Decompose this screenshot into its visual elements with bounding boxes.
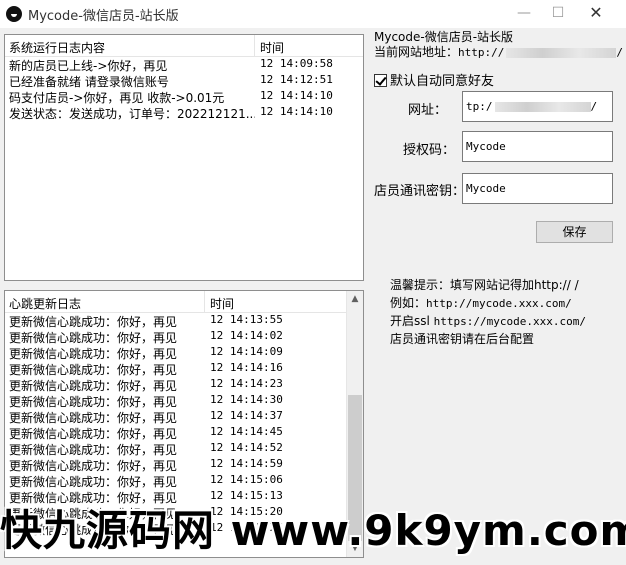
tip-ssl-url: https://mycode.xxx.com/ [433, 315, 586, 328]
minimize-icon[interactable]: — [506, 0, 542, 28]
tip-ssl: 开启ssl https://mycode.xxx.com/ [390, 312, 586, 329]
log-time-cell: 12 14:12:51 [260, 73, 333, 86]
log-time-cell: 12 14:14:09 [210, 345, 283, 358]
title-bar: Mycode-微信店员-站长版 — ☐ ✕ [0, 0, 626, 28]
maximize-icon[interactable]: ☐ [540, 0, 576, 28]
column-header-time[interactable]: 时间 [260, 39, 360, 56]
heartbeat-log-header: 心跳更新日志 时间 [5, 291, 363, 313]
redacted-url-block [506, 47, 617, 58]
log-time-cell: 12 14:14:10 [260, 89, 333, 102]
url-suffix: / [616, 46, 623, 59]
comm-key-input[interactable]: Mycode [462, 173, 613, 204]
log-content-cell: 更新微信心跳成功：你好，再见 [9, 427, 178, 441]
table-row[interactable]: 更新微信心跳成功：你好，再见 12 14:14:59 [5, 457, 363, 473]
table-row[interactable]: 新的店员已上线->你好，再见 12 14:09:58 [5, 57, 363, 73]
log-time-cell: 12 14:14:52 [210, 441, 283, 454]
close-icon[interactable]: ✕ [578, 0, 614, 28]
system-log-rows: 新的店员已上线->你好，再见 12 14:09:58 已经准备就绪 请登录微信账号 1… [5, 57, 363, 121]
checkbox-checked-icon[interactable] [374, 74, 387, 87]
table-row[interactable]: 更新微信心跳成功：你好，再见 12 14:14:45 [5, 425, 363, 441]
column-header-time[interactable]: 时间 [210, 295, 340, 312]
column-separator[interactable] [204, 291, 205, 313]
url-input-suffix: / [590, 100, 598, 113]
table-row[interactable]: 更新微信心跳成功：你好，再见 12 14:14:52 [5, 441, 363, 457]
table-row[interactable]: 更新微信心跳成功：你好，再见 12 14:14:16 [5, 361, 363, 377]
tip-example-url: http://mycode.xxx.com/ [426, 297, 572, 310]
log-time-cell: 12 14:14:16 [210, 361, 283, 374]
log-content-cell: 码支付店员->你好，再见 收款->0.01元 [9, 91, 225, 105]
log-content-cell: 更新微信心跳成功：你好，再见 [9, 459, 178, 473]
current-site-url-value: http:// [458, 46, 505, 59]
auth-code-input[interactable]: Mycode [462, 131, 613, 162]
url-field-label: 网址： [408, 103, 448, 118]
watermark-text: 快九源码网 www.9k9ym.com [0, 506, 626, 555]
log-content-cell: 更新微信心跳成功：你好，再见 [9, 379, 178, 393]
log-time-cell: 12 14:14:10 [260, 105, 333, 118]
log-content-cell: 更新微信心跳成功：你好，再见 [9, 395, 178, 409]
system-log-header: 系统运行日志内容 时间 [5, 35, 363, 57]
current-site-url-label: 当前网站地址： [374, 45, 459, 59]
log-content-cell: 发送状态：发送成功，订单号：202212121... [9, 107, 255, 121]
log-time-cell: 12 14:15:06 [210, 473, 283, 486]
log-content-cell: 更新微信心跳成功：你好，再见 [9, 331, 178, 345]
system-log-list[interactable]: 系统运行日志内容 时间 新的店员已上线->你好，再见 12 14:09:58 已经准… [4, 34, 364, 281]
tip-line: 温馨提示：填写网站记得加http:// / [390, 278, 579, 292]
scroll-up-icon[interactable]: ▲ [347, 291, 363, 308]
auth-code-label: 授权码： [403, 143, 456, 158]
url-input[interactable]: tp:/ / [462, 91, 613, 122]
log-time-cell: 12 14:13:55 [210, 313, 283, 326]
auto-accept-friends-label: 默认自动同意好友 [390, 74, 495, 89]
log-time-cell: 12 14:14:30 [210, 393, 283, 406]
table-row[interactable]: 码支付店员->你好，再见 收款->0.01元 12 14:14:10 [5, 89, 363, 105]
table-row[interactable]: 更新微信心跳成功：你好，再见 12 14:15:06 [5, 473, 363, 489]
log-time-cell: 12 14:14:02 [210, 329, 283, 342]
column-header-content[interactable]: 心跳更新日志 [9, 295, 204, 312]
table-row[interactable]: 发送状态：发送成功，订单号：202212121... 12 14:14:10 [5, 105, 363, 121]
table-row[interactable]: 更新微信心跳成功：你好，再见 12 14:14:37 [5, 409, 363, 425]
column-separator[interactable] [254, 35, 255, 57]
tip-key-note: 店员通讯密钥请在后台配置 [390, 332, 535, 346]
log-time-cell: 12 14:15:13 [210, 489, 283, 502]
save-button[interactable]: 保存 [536, 221, 613, 243]
tip-example-label: 例如： [390, 296, 427, 310]
log-content-cell: 已经准备就绪 请登录微信账号 [9, 75, 169, 89]
redacted-url-block [494, 102, 591, 112]
log-content-cell: 更新微信心跳成功：你好，再见 [9, 315, 178, 329]
log-content-cell: 更新微信心跳成功：你好，再见 [9, 411, 178, 425]
tip-ssl-label: 开启ssl [390, 314, 430, 328]
table-row[interactable]: 更新微信心跳成功：你好，再见 12 14:14:09 [5, 345, 363, 361]
tip-example: 例如：http://mycode.xxx.com/ [390, 294, 572, 311]
log-time-cell: 12 14:14:59 [210, 457, 283, 470]
column-header-content[interactable]: 系统运行日志内容 [9, 39, 255, 56]
log-time-cell: 12 14:14:23 [210, 377, 283, 390]
current-site-url: 当前网站地址：http:// / [374, 43, 623, 60]
log-content-cell: 更新微信心跳成功：你好，再见 [9, 347, 178, 361]
app-logo-icon [6, 6, 22, 22]
table-row[interactable]: 更新微信心跳成功：你好，再见 12 14:14:23 [5, 377, 363, 393]
log-time-cell: 12 14:09:58 [260, 57, 333, 70]
window-title: Mycode-微信店员-站长版 [28, 9, 179, 24]
table-row[interactable]: 更新微信心跳成功：你好，再见 12 14:13:55 [5, 313, 363, 329]
table-row[interactable]: 更新微信心跳成功：你好，再见 12 14:14:30 [5, 393, 363, 409]
comm-key-label: 店员通讯密钥： [374, 184, 466, 199]
log-content-cell: 更新微信心跳成功：你好，再见 [9, 363, 178, 377]
log-content-cell: 更新微信心跳成功：你好，再见 [9, 475, 178, 489]
url-input-value: tp:/ [466, 100, 493, 113]
auto-accept-friends-checkbox[interactable]: 默认自动同意好友 [374, 70, 494, 89]
log-time-cell: 12 14:14:45 [210, 425, 283, 438]
settings-panel: Mycode-微信店员-站长版 当前网站地址：http:/// 默认自动同意好友… [370, 28, 626, 565]
table-row[interactable]: 已经准备就绪 请登录微信账号 12 14:12:51 [5, 73, 363, 89]
window-body: 系统运行日志内容 时间 新的店员已上线->你好，再见 12 14:09:58 已经准… [0, 28, 626, 565]
log-content-cell: 新的店员已上线->你好，再见 [9, 59, 168, 73]
log-time-cell: 12 14:14:37 [210, 409, 283, 422]
table-row[interactable]: 更新微信心跳成功：你好，再见 12 14:14:02 [5, 329, 363, 345]
log-content-cell: 更新微信心跳成功：你好，再见 [9, 443, 178, 457]
